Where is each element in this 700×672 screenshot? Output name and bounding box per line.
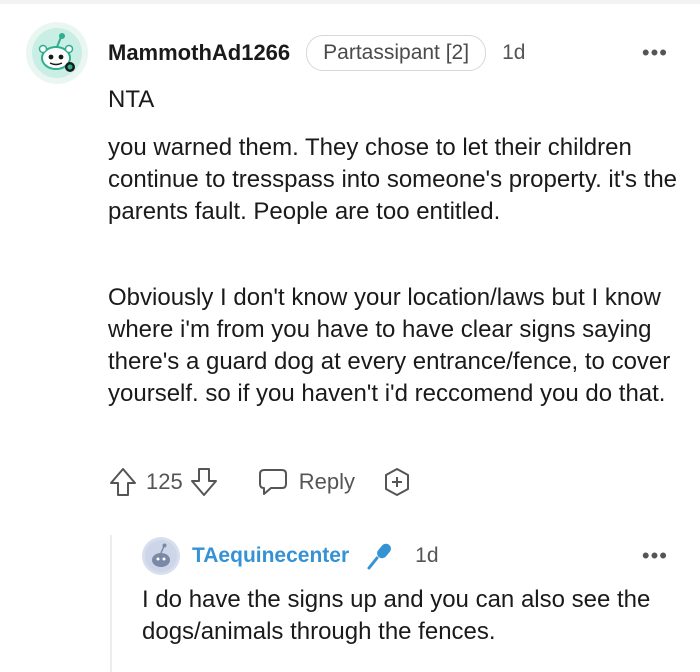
comment-action-bar: 125 Reply [108, 462, 413, 502]
reply-timestamp: 1d [415, 544, 439, 567]
speech-bubble-icon [257, 467, 289, 497]
vote-count: 125 [146, 469, 183, 494]
user-flair-badge: Partassipant [2] [306, 35, 487, 71]
paragraph-text: Obviously I don't know your location/law… [108, 284, 671, 407]
comment-paragraph: Obviously I don't know your location/law… [108, 282, 678, 410]
more-options-icon[interactable]: ••• [642, 42, 676, 64]
thread-line[interactable] [110, 535, 112, 672]
snoo-avatar-icon[interactable] [26, 22, 88, 84]
reply-label: Reply [298, 469, 355, 494]
comment-header: MammothAd1266 Partassipant [2] 1d ••• [26, 22, 676, 84]
more-options-icon[interactable]: ••• [642, 545, 676, 567]
arrow-down-icon[interactable] [189, 466, 219, 498]
reply-author[interactable]: TAequinecenter [192, 544, 349, 568]
award-plus-icon[interactable] [381, 466, 413, 498]
divider [0, 0, 700, 4]
comment-verdict: NTA [108, 84, 678, 116]
microphone-icon [365, 540, 397, 572]
comment-paragraph: you warned them. They chose to let their… [108, 132, 678, 228]
paragraph-text: you warned them. They chose to let their… [108, 134, 678, 225]
reply-text: I do have the signs up and you can also … [142, 586, 651, 645]
verdict-text: NTA [108, 86, 155, 113]
reply-button[interactable]: Reply [257, 467, 355, 497]
comment-timestamp: 1d [502, 41, 526, 64]
snoo-avatar-icon[interactable] [142, 537, 180, 575]
comment-thread: MammothAd1266 Partassipant [2] 1d ••• NT… [0, 0, 700, 672]
arrow-up-icon[interactable] [108, 466, 138, 498]
comment-author[interactable]: MammothAd1266 [108, 40, 290, 66]
reply-header: TAequinecenter 1d ••• [142, 536, 676, 576]
